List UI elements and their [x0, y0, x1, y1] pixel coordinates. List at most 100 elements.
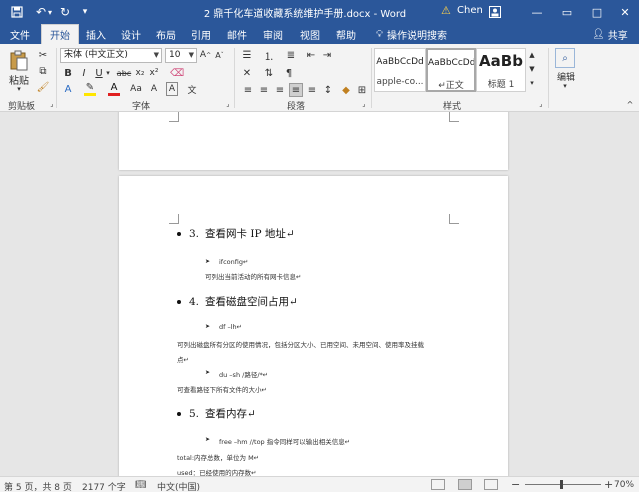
style-heading-1[interactable]: AaBb 标题 1 — [476, 48, 526, 92]
minimize-button[interactable]: — — [523, 0, 551, 24]
word-count[interactable]: 2177 个字 — [82, 480, 126, 492]
decrease-indent-icon[interactable]: ⇤ — [304, 48, 318, 62]
web-layout-icon[interactable] — [484, 479, 498, 490]
change-case-button[interactable]: Aa — [130, 82, 142, 96]
superscript-button[interactable]: x² — [148, 66, 160, 80]
font-name-select[interactable]: 宋体 (中文正文) ▼ — [60, 48, 162, 63]
strikethrough-button[interactable]: abc — [115, 66, 133, 80]
align-left-icon[interactable]: ≡ — [242, 84, 254, 96]
body-line[interactable]: used：已经使用的内存数↵ — [177, 467, 257, 476]
style-apple-converted[interactable]: AaBbCcDd apple-co... — [374, 48, 426, 92]
user-name[interactable]: Chen — [457, 5, 483, 16]
multilevel-list-icon[interactable]: ≣ — [284, 48, 298, 62]
zoom-level[interactable]: 70% — [614, 480, 634, 490]
paste-dropdown-icon[interactable]: ▾ — [14, 85, 24, 93]
grow-font-icon[interactable]: A ^ — [199, 48, 212, 62]
font-color-button[interactable]: A — [108, 82, 120, 96]
tab-layout[interactable]: 布局 — [152, 24, 180, 44]
sort-icon[interactable]: ⇅ — [262, 66, 276, 80]
zoom-slider[interactable] — [525, 484, 601, 485]
clear-formatting-icon[interactable]: ⌫ — [170, 66, 184, 80]
line-spacing-icon[interactable]: ↕ — [322, 84, 334, 96]
subscript-button[interactable]: x₂ — [134, 66, 146, 80]
tab-references[interactable]: 引用 — [187, 24, 215, 44]
tab-file[interactable]: 文件 — [4, 24, 36, 44]
tab-help[interactable]: 帮助 — [332, 24, 360, 44]
underline-dropdown-icon[interactable]: ▾ — [104, 66, 112, 80]
share-button[interactable]: 👤︎ 共享 — [592, 24, 628, 44]
shading-icon[interactable]: ◆ — [340, 84, 352, 96]
copy-icon[interactable]: ⧉ — [36, 64, 50, 78]
description-line[interactable]: 可列出当前活动的所有网卡信息↵ — [205, 271, 301, 281]
paragraph-launcher-icon[interactable]: ⌟ — [360, 99, 368, 109]
font-launcher-icon[interactable]: ⌟ — [224, 99, 232, 109]
tab-design[interactable]: 设计 — [117, 24, 145, 44]
styles-launcher-icon[interactable]: ⌟ — [537, 99, 545, 109]
undo-dropdown-icon[interactable]: ▾ — [45, 3, 55, 21]
maximize-button[interactable]: □ — [583, 0, 611, 24]
heading-section-3[interactable]: 3. 查看网卡 IP 地址↵ — [177, 226, 295, 241]
command-line[interactable]: ifconfig↵ — [219, 258, 248, 266]
restore-button[interactable]: ▭ — [553, 0, 581, 24]
print-layout-icon[interactable] — [458, 479, 472, 490]
page-current[interactable]: 3. 查看网卡 IP 地址↵ ➤ ifconfig↵ 可列出当前活动的所有网卡信… — [119, 176, 508, 476]
tab-home[interactable]: 开始 — [41, 24, 79, 44]
align-right-icon[interactable]: ≡ — [274, 84, 286, 96]
body-line[interactable]: 可查看路径下所有文件的大小↵ — [177, 384, 267, 394]
zoom-in-icon[interactable]: + — [604, 478, 613, 491]
cut-icon[interactable]: ✂ — [36, 48, 50, 62]
clipboard-launcher-icon[interactable]: ⌟ — [48, 99, 56, 109]
text-effects-button[interactable]: A — [62, 82, 74, 96]
proofing-icon[interactable]: 📖︎ — [135, 480, 146, 490]
close-button[interactable]: ✕ — [611, 0, 639, 24]
italic-button[interactable]: I — [78, 66, 90, 80]
command-line[interactable]: free –hm //top 指令同样可以输出相关信息↵ — [219, 436, 350, 446]
bullets-icon[interactable]: ☰ — [240, 48, 254, 62]
borders-icon[interactable]: ⊞ — [356, 84, 368, 96]
phonetic-guide-icon[interactable]: 文 — [186, 82, 198, 96]
format-painter-icon[interactable]: 🖌︎ — [36, 80, 50, 94]
tab-mailings[interactable]: 邮件 — [223, 24, 251, 44]
read-mode-icon[interactable] — [431, 479, 445, 490]
heading-section-4[interactable]: 4. 查看磁盘空间占用↵ — [177, 294, 298, 309]
styles-scroll-up-icon[interactable]: ▲ — [527, 49, 537, 61]
styles-more-icon[interactable]: ▾ — [527, 77, 537, 89]
highlight-icon[interactable]: ✎ — [84, 82, 96, 96]
chinese-layout-icon[interactable]: ✕ — [240, 66, 254, 80]
zoom-out-icon[interactable]: − — [511, 478, 520, 491]
character-border-icon[interactable]: A — [166, 82, 178, 96]
body-line[interactable]: 可列出磁盘所有分区的使用情况，包括分区大小、已用空间、未用空间、使用率及挂载 — [177, 339, 424, 349]
align-center-icon[interactable]: ≡ — [258, 84, 270, 96]
distributed-icon[interactable]: ≡ — [306, 84, 318, 96]
heading-section-5[interactable]: 5. 查看内存↵ — [177, 406, 256, 421]
style-normal[interactable]: AaBbCcDd ↵正文 — [426, 48, 476, 92]
tab-insert[interactable]: 插入 — [82, 24, 110, 44]
paste-icon[interactable] — [6, 48, 32, 72]
language[interactable]: 中文(中国) — [157, 480, 200, 492]
command-line[interactable]: df –lh↵ — [219, 323, 242, 331]
grow-font-small-button[interactable]: A — [148, 82, 160, 96]
vertical-scrollbar[interactable] — [626, 112, 639, 476]
zoom-slider-thumb[interactable] — [560, 480, 563, 489]
shrink-font-icon[interactable]: Aˇ — [213, 48, 226, 62]
editing-dropdown-icon[interactable]: ▾ — [560, 82, 570, 90]
tab-review[interactable]: 审阅 — [259, 24, 287, 44]
increase-indent-icon[interactable]: ⇥ — [320, 48, 334, 62]
page-count[interactable]: 第 5 页，共 8 页 — [4, 480, 72, 492]
redo-icon[interactable]: ↻ — [56, 3, 74, 21]
justify-icon[interactable]: ≡ — [289, 83, 303, 97]
avatar[interactable] — [486, 3, 504, 21]
collapse-ribbon-icon[interactable]: ^ — [625, 99, 635, 109]
document-area[interactable]: 3. 查看网卡 IP 地址↵ ➤ ifconfig↵ 可列出当前活动的所有网卡信… — [0, 112, 639, 476]
body-line[interactable]: 点↵ — [177, 354, 189, 364]
show-marks-icon[interactable]: ¶ — [282, 66, 296, 80]
editing-button[interactable]: 编辑 — [555, 70, 577, 83]
styles-scroll-down-icon[interactable]: ▼ — [527, 63, 537, 75]
customize-toolbar-icon[interactable]: ▾ — [76, 3, 94, 21]
save-icon[interactable] — [8, 3, 26, 21]
bold-button[interactable]: B — [62, 66, 74, 80]
paste-button[interactable]: 粘贴 — [6, 73, 32, 87]
numbering-icon[interactable]: ⒈ — [262, 48, 276, 63]
tell-me-search[interactable]: 💡︎ 操作说明搜索 — [376, 24, 447, 44]
font-size-select[interactable]: 10 ▼ — [165, 48, 197, 63]
